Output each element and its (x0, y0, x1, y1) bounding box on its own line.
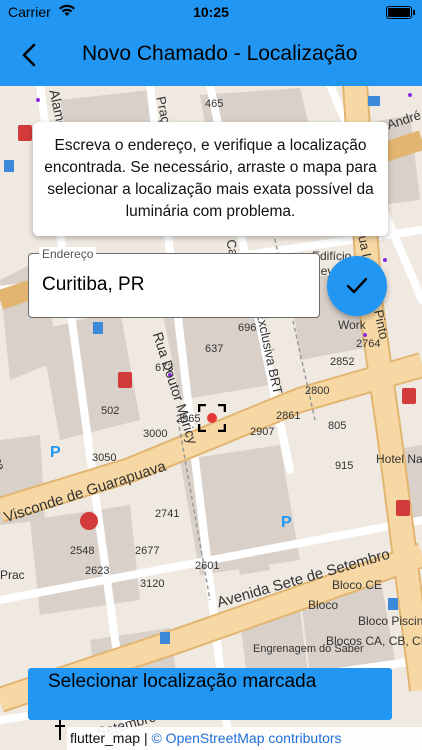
map-label: 2548 (70, 545, 95, 557)
map-label: Bloco Piscina (358, 614, 422, 628)
cross-icon (55, 720, 65, 740)
parking-icon: P (50, 444, 61, 461)
map-label: 2861 (276, 410, 301, 422)
map-label: 637 (205, 343, 224, 355)
address-input[interactable]: Curitiba, PR (42, 274, 144, 296)
map-label: 2741 (155, 508, 180, 520)
map-label: 696 (238, 322, 257, 334)
attribution-separator: | (143, 730, 148, 746)
map-label: Work (338, 318, 366, 332)
address-field-label: Endereço (39, 247, 97, 261)
back-button[interactable] (12, 38, 46, 72)
select-location-button[interactable]: Selecionar localização marcada (28, 668, 392, 720)
map-label: 2965 (176, 413, 201, 425)
clock: 10:25 (193, 4, 229, 20)
address-field[interactable]: Endereço Curitiba, PR (28, 247, 320, 318)
map-label: 2764 (356, 338, 381, 350)
checkmark-icon (346, 277, 368, 294)
map-label: 915 (335, 460, 354, 472)
status-bar: Carrier 10:25 (0, 0, 422, 24)
page-title: Novo Chamado - Localização (82, 42, 358, 65)
map-attribution: flutter_map | © OpenStreetMap contributo… (67, 727, 422, 750)
map-label: 3050 (92, 452, 117, 464)
map-label: 2601 (195, 560, 220, 572)
app-bar: Novo Chamado - Localização (0, 24, 422, 86)
map-label: 3000 (143, 428, 168, 440)
attribution-library: flutter_map (70, 730, 141, 746)
map-label: 2800 (305, 385, 330, 397)
chevron-left-icon (22, 43, 36, 67)
parking-icon: P (281, 514, 292, 531)
map-label: 673 (155, 362, 174, 374)
map-label: Engrenagem do Saber (253, 643, 364, 655)
select-location-label: Selecionar localização marcada (48, 671, 317, 692)
map-label: 2852 (330, 356, 355, 368)
map-label: Bloco (308, 598, 339, 612)
map-label: 465 (205, 98, 224, 110)
map-label: 3120 (140, 578, 165, 590)
battery-icon (386, 6, 415, 19)
osm-attribution-link[interactable]: © OpenStreetMap contributors (151, 730, 341, 746)
instructions-card: Escreva o endereço, e verifique a locali… (33, 122, 388, 236)
map-label: 2907 (250, 426, 275, 438)
map-label: 2623 (85, 565, 110, 577)
map-label: 502 (101, 405, 120, 417)
map-label: Hotel Na Nationa (376, 452, 422, 466)
location-marker-icon (198, 404, 226, 432)
instructions-text: Escreva o endereço, e verifique a locali… (44, 137, 377, 220)
map-label: Prac (0, 568, 25, 582)
confirm-address-button[interactable] (327, 256, 387, 316)
map-label: 805 (328, 420, 347, 432)
map-label: 2677 (135, 545, 160, 557)
map-label: Bloco CE (332, 578, 383, 592)
